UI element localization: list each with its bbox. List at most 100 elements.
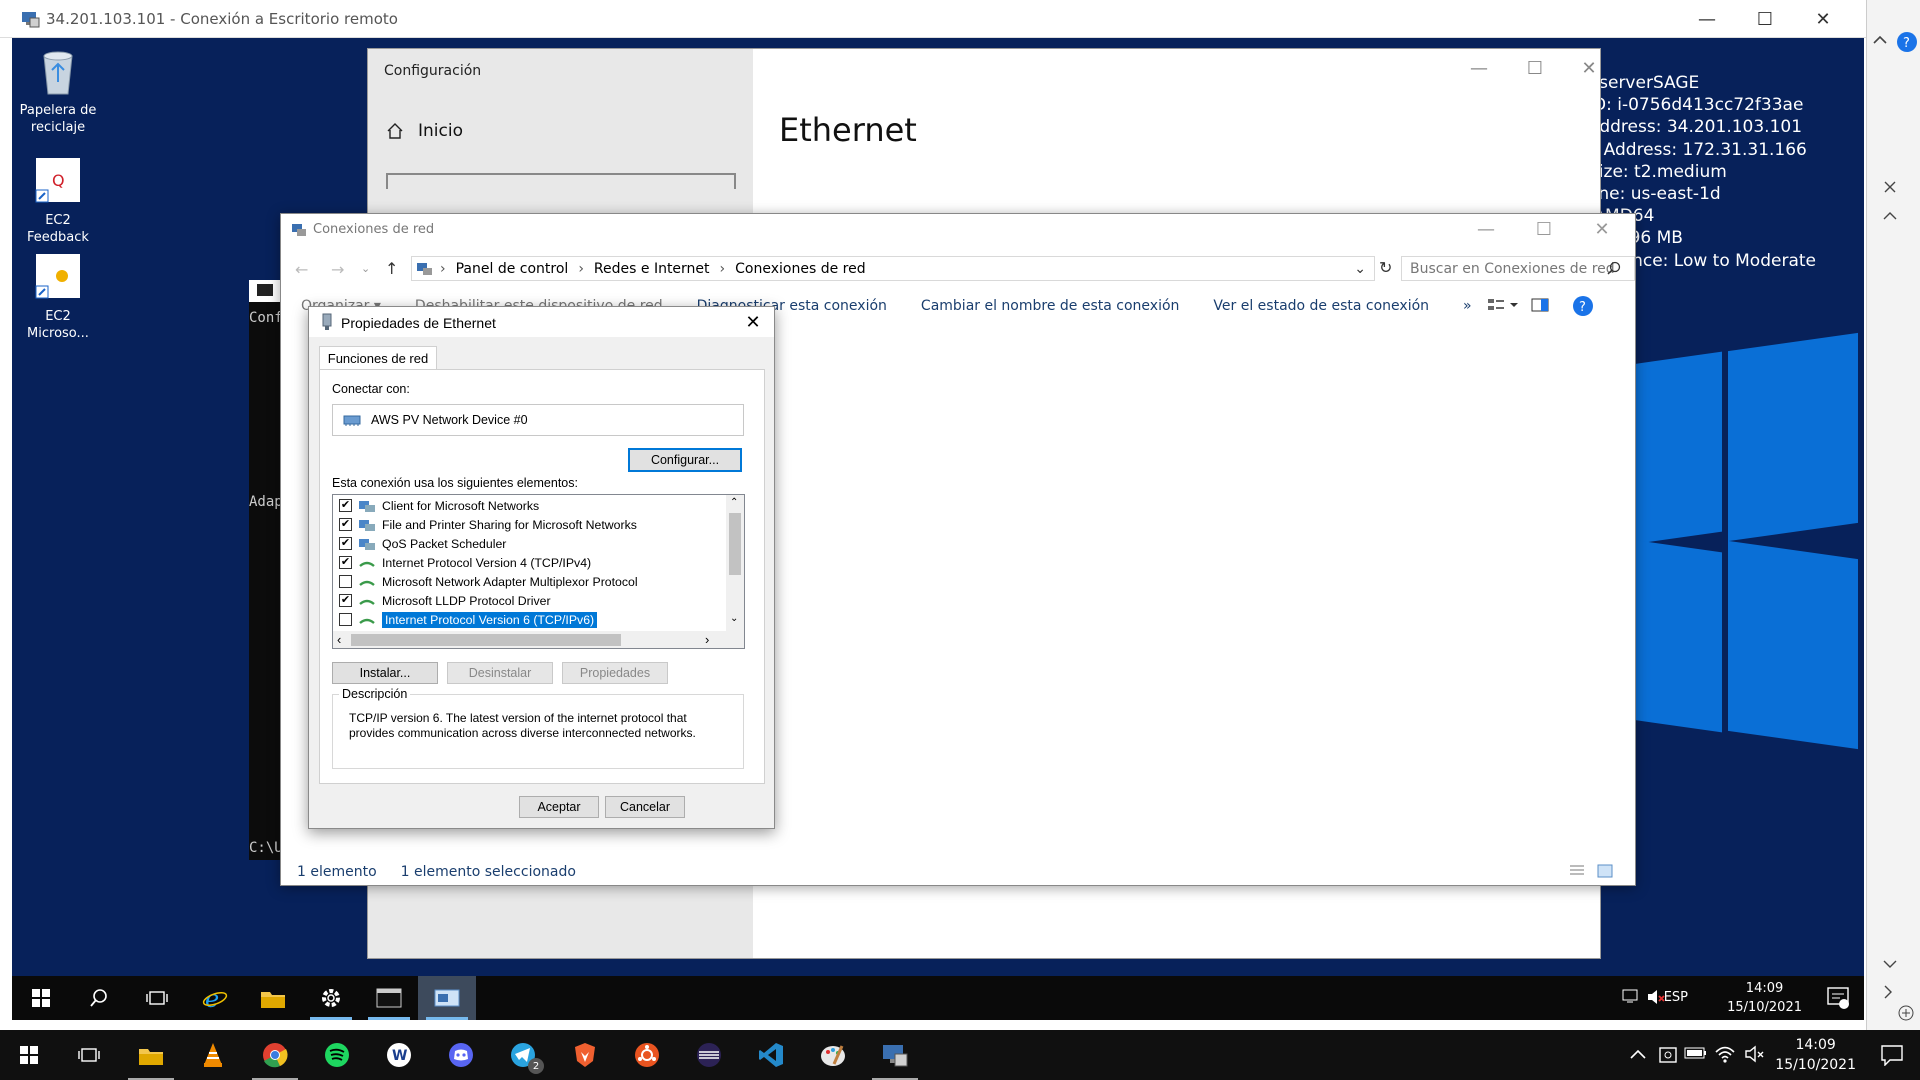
remote-desktop-button[interactable]: [866, 1030, 924, 1080]
search-icon[interactable]: [1607, 261, 1621, 275]
list-item-selected[interactable]: Internet Protocol Version 6 (TCP/IPv6): [339, 610, 598, 629]
settings-taskbar-button[interactable]: [302, 976, 360, 1020]
ethernet-properties-dialog[interactable]: Propiedades de Ethernet ✕ Funciones de r…: [308, 306, 775, 829]
cancel-button[interactable]: Cancelar: [605, 796, 685, 818]
spotify-button[interactable]: [308, 1030, 366, 1080]
list-item[interactable]: ✔ QoS Packet Scheduler: [339, 534, 506, 553]
telegram-button[interactable]: 2: [494, 1030, 552, 1080]
discord-button[interactable]: [432, 1030, 490, 1080]
chevron-up-icon[interactable]: [1883, 210, 1897, 220]
local-task-view-button[interactable]: [60, 1030, 118, 1080]
wifi-icon[interactable]: [1714, 1044, 1736, 1064]
properties-button[interactable]: Propiedades: [562, 662, 668, 684]
tab-funciones-de-red[interactable]: Funciones de red: [319, 346, 437, 370]
chevron-up-icon[interactable]: [1630, 1048, 1646, 1060]
desktop-icon-ec2-feedback[interactable]: Q EC2 Feedback: [16, 156, 100, 246]
chrome-button[interactable]: [246, 1030, 304, 1080]
network-connections-taskbar-button[interactable]: [418, 976, 476, 1020]
rename-connection-command[interactable]: Cambiar el nombre de esta conexión: [921, 298, 1179, 314]
view-status-command[interactable]: Ver el estado de esta conexión: [1213, 298, 1429, 314]
scroll-down-icon[interactable]: ⌄: [730, 613, 738, 624]
sync-icon[interactable]: [1658, 1044, 1680, 1066]
rdp-minimize-button[interactable]: —: [1678, 0, 1736, 38]
notifications-icon[interactable]: [1826, 986, 1850, 1010]
cmd-taskbar-button[interactable]: [360, 976, 418, 1020]
list-item[interactable]: ✔ Client for Microsoft Networks: [339, 496, 539, 515]
configure-button[interactable]: Configurar...: [628, 448, 742, 472]
scroll-up-icon[interactable]: ⌃: [730, 497, 738, 508]
local-clock[interactable]: 14:09 15/10/2021: [1775, 1035, 1856, 1075]
netconn-minimize-button[interactable]: —: [1457, 214, 1515, 244]
list-item[interactable]: ✔ Microsoft LLDP Protocol Driver: [339, 591, 551, 610]
component-checkbox[interactable]: ✔: [339, 556, 352, 569]
breadcrumb-conexiones-de-red[interactable]: Conexiones de red: [735, 261, 865, 277]
refresh-icon[interactable]: ↻: [1379, 258, 1392, 277]
paint-button[interactable]: [804, 1030, 862, 1080]
action-center-icon[interactable]: [1880, 1044, 1904, 1066]
settings-home-link[interactable]: Inicio: [386, 121, 463, 141]
settings-search-box[interactable]: [386, 173, 736, 189]
eclipse-button[interactable]: [680, 1030, 738, 1080]
vlc-button[interactable]: [184, 1030, 242, 1080]
components-list[interactable]: ✔ Client for Microsoft Networks ✔ File a…: [332, 494, 745, 649]
chevron-right-icon[interactable]: [1881, 985, 1895, 999]
language-indicator[interactable]: ESP: [1664, 990, 1688, 1005]
netconn-maximize-button[interactable]: ☐: [1515, 214, 1573, 244]
change-view-icon[interactable]: [1487, 297, 1519, 313]
local-file-explorer-button[interactable]: [122, 1030, 180, 1080]
back-arrow-icon[interactable]: ←: [295, 260, 308, 279]
scroll-left-icon[interactable]: ‹: [337, 632, 341, 647]
search-button[interactable]: [70, 976, 128, 1020]
settings-close-button[interactable]: ✕: [1560, 49, 1618, 87]
component-checkbox[interactable]: ✔: [339, 594, 352, 607]
scroll-thumb[interactable]: [729, 513, 741, 575]
settings-minimize-button[interactable]: —: [1450, 49, 1508, 87]
forward-arrow-icon[interactable]: →: [331, 260, 344, 279]
preview-pane-icon[interactable]: [1531, 298, 1549, 312]
list-item[interactable]: ✔ Internet Protocol Version 4 (TCP/IPv4): [339, 553, 591, 572]
horizontal-scrollbar[interactable]: ‹ ›: [333, 631, 744, 648]
network-status-icon[interactable]: [1622, 988, 1642, 1006]
task-view-button[interactable]: [128, 976, 186, 1020]
component-checkbox[interactable]: ✔: [339, 499, 352, 512]
file-explorer-button[interactable]: [244, 976, 302, 1020]
breadcrumb-redes-e-internet[interactable]: Redes e Internet: [594, 261, 710, 277]
recent-dropdown-icon[interactable]: ⌄: [361, 262, 370, 275]
search-input[interactable]: Buscar en Conexiones de red: [1401, 256, 1635, 281]
start-button[interactable]: [12, 976, 70, 1020]
details-view-icon[interactable]: [1569, 864, 1585, 878]
netconn-close-button[interactable]: ✕: [1573, 214, 1631, 244]
close-icon[interactable]: [1883, 180, 1897, 194]
uninstall-button[interactable]: Desinstalar: [447, 662, 553, 684]
vertical-scrollbar[interactable]: ⌃ ⌄: [726, 495, 744, 631]
remote-clock[interactable]: 14:09 15/10/2021: [1727, 979, 1802, 1017]
chevron-down-icon[interactable]: [1883, 960, 1897, 970]
rdp-maximize-button[interactable]: ☐: [1736, 0, 1794, 38]
more-commands-button[interactable]: »: [1463, 298, 1472, 314]
battery-icon[interactable]: [1684, 1046, 1708, 1060]
volume-muted-icon[interactable]: [1744, 1044, 1766, 1064]
breadcrumb-panel-de-control[interactable]: Panel de control: [456, 261, 569, 277]
internet-explorer-button[interactable]: e: [186, 976, 244, 1020]
local-start-button[interactable]: [0, 1030, 58, 1080]
vscode-button[interactable]: [742, 1030, 800, 1080]
list-item[interactable]: Microsoft Network Adapter Multiplexor Pr…: [339, 572, 638, 591]
up-arrow-icon[interactable]: ↑: [385, 259, 398, 278]
scroll-thumb[interactable]: [351, 634, 621, 646]
help-icon[interactable]: ?: [1573, 296, 1593, 316]
component-checkbox[interactable]: ✔: [339, 518, 352, 531]
component-checkbox[interactable]: [339, 613, 352, 626]
install-button[interactable]: Instalar...: [332, 662, 438, 684]
writer-app-button[interactable]: W: [370, 1030, 428, 1080]
tiles-view-icon[interactable]: [1597, 864, 1613, 878]
ubuntu-button[interactable]: [618, 1030, 676, 1080]
desktop-icon-ec2-microsoft[interactable]: EC2 Microso...: [16, 252, 100, 342]
address-bar[interactable]: › Panel de control › Redes e Internet › …: [411, 256, 1375, 281]
chevron-up-icon[interactable]: [1873, 34, 1887, 44]
brave-button[interactable]: [556, 1030, 614, 1080]
chevron-down-icon[interactable]: ⌄: [1354, 261, 1366, 277]
list-item[interactable]: ✔ File and Printer Sharing for Microsoft…: [339, 515, 637, 534]
settings-maximize-button[interactable]: ☐: [1506, 49, 1564, 87]
component-checkbox[interactable]: [339, 575, 352, 588]
component-checkbox[interactable]: ✔: [339, 537, 352, 550]
